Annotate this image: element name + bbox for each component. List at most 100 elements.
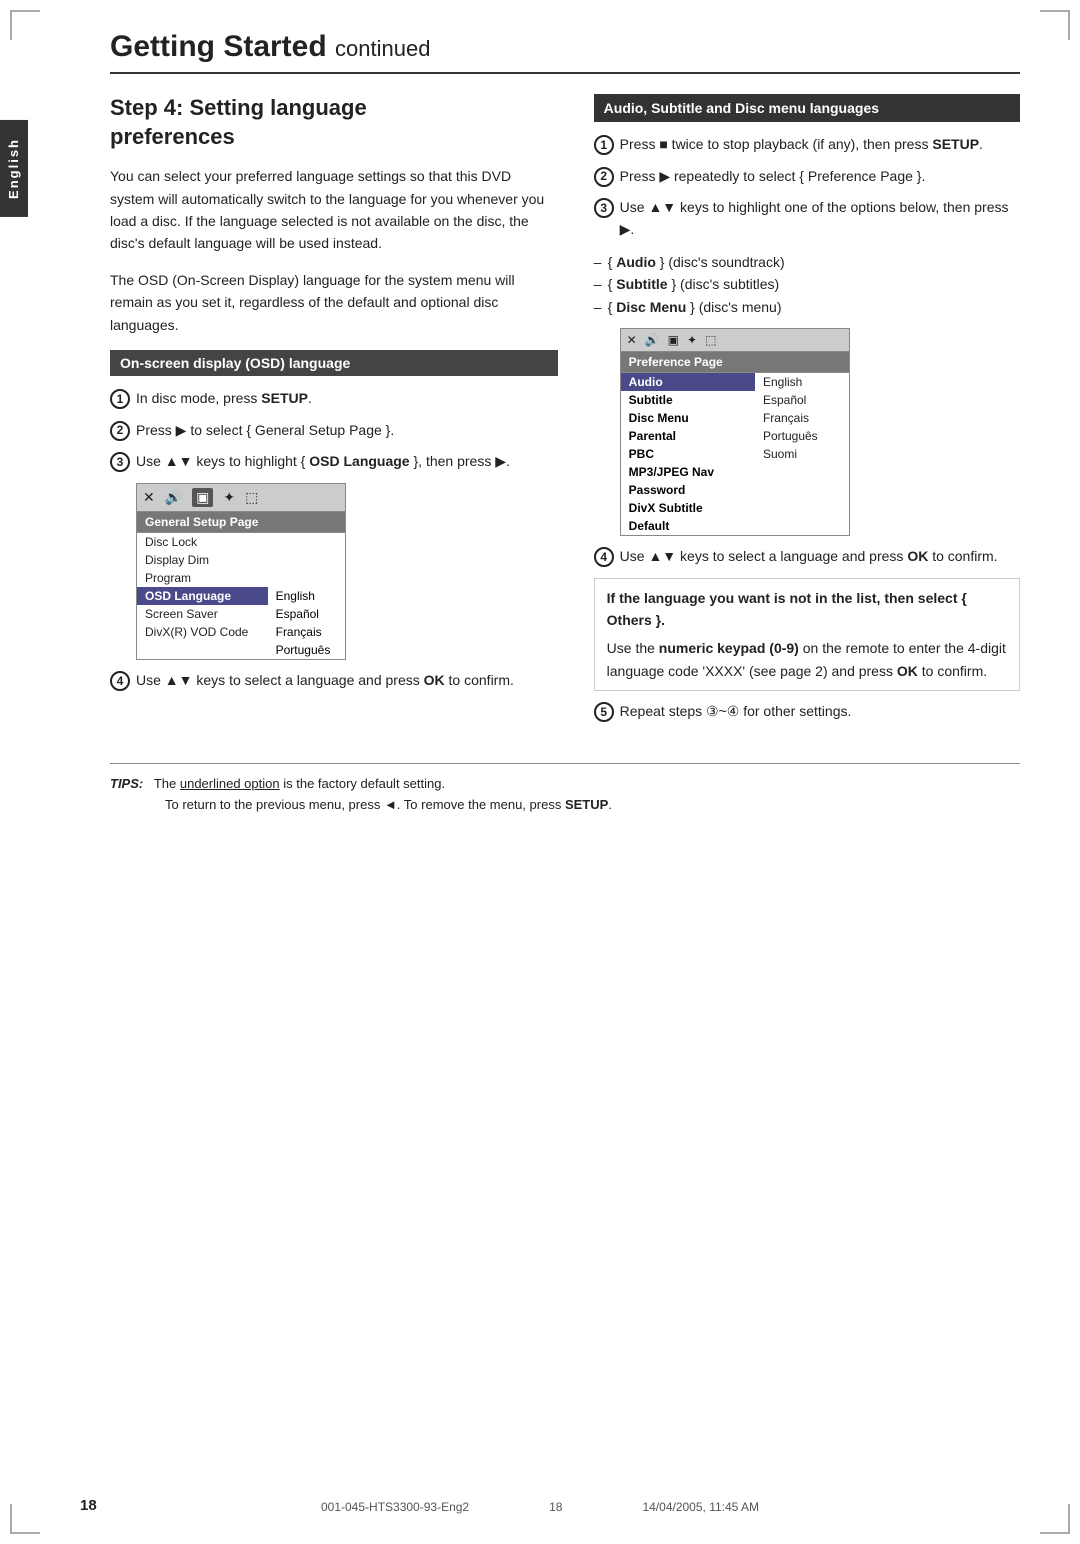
step-heading: Step 4: Setting language preferences xyxy=(110,94,558,151)
pref-cell-divx-subtitle: DivX Subtitle xyxy=(621,499,755,517)
pref-cell-francais: Français xyxy=(755,409,849,427)
left-column: Step 4: Setting language preferences You… xyxy=(110,94,558,733)
cell-osd-language: OSD Language xyxy=(137,587,268,605)
pref-icon-door: ⬚ xyxy=(705,333,716,347)
intro-para-1: You can select your preferred language s… xyxy=(110,165,558,255)
osd-steps-list: 1 In disc mode, press SETUP. 2 Press ▶ t… xyxy=(110,388,558,473)
audio-step-1: 1 Press ■ twice to stop playback (if any… xyxy=(594,134,1020,156)
pref-row-pbc: PBC Suomi xyxy=(621,445,849,463)
table-row: DivX(R) VOD Code Français xyxy=(137,623,345,641)
audio-step-2-text: Press ▶ repeatedly to select { Preferenc… xyxy=(620,166,926,188)
footer-info: 001-045-HTS3300-93-Eng2 18 14/04/2005, 1… xyxy=(321,1500,759,1514)
cell-screen-saver: Screen Saver xyxy=(137,605,268,623)
title-continued: continued xyxy=(335,36,430,61)
osd-step-4: 4 Use ▲▼ keys to select a language and p… xyxy=(110,670,558,692)
pref-row-password: Password xyxy=(621,481,849,499)
tips-line1: The underlined option is the factory def… xyxy=(154,776,445,791)
pref-icon-x: ✕ xyxy=(627,333,637,347)
audio-step-1-text: Press ■ twice to stop playback (if any),… xyxy=(620,134,983,156)
pref-row-divx-subtitle: DivX Subtitle xyxy=(621,499,849,517)
pref-row-parental: Parental Português xyxy=(621,427,849,445)
audio-step-3: 3 Use ▲▼ keys to highlight one of the op… xyxy=(594,197,1020,240)
bullet-disc-menu: { Disc Menu } (disc's menu) xyxy=(594,296,1020,318)
special-box: If the language you want is not in the l… xyxy=(594,578,1020,692)
special-body: Use the numeric keypad (0-9) on the remo… xyxy=(607,637,1007,682)
audio-step-num-3: 3 xyxy=(594,198,614,218)
screenshot-table: Disc Lock Display Dim Program OSD Langua… xyxy=(137,533,345,659)
table-row: Screen Saver Español xyxy=(137,605,345,623)
intro-para-2: The OSD (On-Screen Display) language for… xyxy=(110,269,558,336)
pref-cell-pbc: PBC xyxy=(621,445,755,463)
icon-speaker: 🔊 xyxy=(165,489,182,506)
footer-tips: TIPS: The underlined option is the facto… xyxy=(110,763,1020,816)
audio-step-3-text: Use ▲▼ keys to highlight one of the opti… xyxy=(620,197,1020,240)
tips-line2: To return to the previous menu, press ◄.… xyxy=(110,797,612,812)
pref-row-default: Default xyxy=(621,517,849,535)
icon-star: ✦ xyxy=(223,489,235,506)
audio-step-4-text: Use ▲▼ keys to select a language and pre… xyxy=(620,546,998,568)
audio-step-num-5: 5 xyxy=(594,702,614,722)
page-title: Getting Started continued xyxy=(110,30,1020,74)
special-heading: If the language you want is not in the l… xyxy=(607,587,1007,632)
pref-icon-speaker: 🔊 xyxy=(645,333,660,347)
pref-icon-screen: ▣ xyxy=(668,333,679,347)
pref-cell-default: Default xyxy=(621,517,755,535)
pref-cell-disc-menu: Disc Menu xyxy=(621,409,755,427)
audio-step4-list: 4 Use ▲▼ keys to select a language and p… xyxy=(594,546,1020,568)
bullet-subtitle: { Subtitle } (disc's subtitles) xyxy=(594,273,1020,295)
osd-screenshot: ✕ 🔊 ▣ ✦ ⬚ General Setup Page Disc Lock D… xyxy=(136,483,346,660)
right-column: Audio, Subtitle and Disc menu languages … xyxy=(594,94,1020,733)
cell-empty xyxy=(137,641,268,659)
pref-icon-star: ✦ xyxy=(687,333,697,347)
pref-cell-suomi: Suomi xyxy=(755,445,849,463)
cell-english: English xyxy=(268,587,345,605)
audio-step-2: 2 Press ▶ repeatedly to select { Prefere… xyxy=(594,166,1020,188)
pref-cell-portugues: Português xyxy=(755,427,849,445)
pref-row-audio: Audio English xyxy=(621,373,849,391)
icon-x: ✕ xyxy=(143,489,155,506)
footer-page: 18 xyxy=(549,1500,562,1514)
table-row: Disc Lock xyxy=(137,533,345,551)
pref-row-disc-menu: Disc Menu Français xyxy=(621,409,849,427)
osd-step-3-text: Use ▲▼ keys to highlight { OSD Language … xyxy=(136,451,510,473)
page-number: 18 xyxy=(80,1497,97,1514)
audio-section-bar: Audio, Subtitle and Disc menu languages xyxy=(594,94,1020,122)
audio-step5-list: 5 Repeat steps ③~④ for other settings. xyxy=(594,701,1020,723)
footer-date: 14/04/2005, 11:45 AM xyxy=(642,1500,759,1514)
step-num-2: 2 xyxy=(110,421,130,441)
cell-espanol: Español xyxy=(268,605,345,623)
osd-step-2-text: Press ▶ to select { General Setup Page }… xyxy=(136,420,394,442)
cell-disc-lock: Disc Lock xyxy=(137,533,268,551)
pref-cell-english: English xyxy=(755,373,849,391)
pref-icons-bar: ✕ 🔊 ▣ ✦ ⬚ xyxy=(621,329,849,352)
cell-display-dim: Display Dim xyxy=(137,551,268,569)
osd-step4-list: 4 Use ▲▼ keys to select a language and p… xyxy=(110,670,558,692)
screenshot-label: General Setup Page xyxy=(137,512,345,533)
table-row: Português xyxy=(137,641,345,659)
audio-step-5-text: Repeat steps ③~④ for other settings. xyxy=(620,701,852,723)
pref-screenshot-label: Preference Page xyxy=(621,352,849,373)
screenshot-icons-bar: ✕ 🔊 ▣ ✦ ⬚ xyxy=(137,484,345,512)
title-text: Getting Started xyxy=(110,30,327,63)
audio-step-4: 4 Use ▲▼ keys to select a language and p… xyxy=(594,546,1020,568)
audio-bullet-list: { Audio } (disc's soundtrack) { Subtitle… xyxy=(594,251,1020,318)
osd-step-1-text: In disc mode, press SETUP. xyxy=(136,388,312,410)
icon-screen-selected: ▣ xyxy=(192,488,213,507)
osd-step-2: 2 Press ▶ to select { General Setup Page… xyxy=(110,420,558,442)
step-num-4: 4 xyxy=(110,671,130,691)
pref-cell-mp3: MP3/JPEG Nav xyxy=(621,463,755,481)
osd-step-1: 1 In disc mode, press SETUP. xyxy=(110,388,558,410)
audio-steps-list: 1 Press ■ twice to stop playback (if any… xyxy=(594,134,1020,241)
tips-label: TIPS: xyxy=(110,776,143,791)
pref-table: Audio English Subtitle Español Disc Menu… xyxy=(621,373,849,535)
audio-step-num-4: 4 xyxy=(594,547,614,567)
audio-step-5: 5 Repeat steps ③~④ for other settings. xyxy=(594,701,1020,723)
audio-step-num-2: 2 xyxy=(594,167,614,187)
cell-portugues: Português xyxy=(268,641,345,659)
table-row-highlighted: OSD Language English xyxy=(137,587,345,605)
osd-step-4-text: Use ▲▼ keys to select a language and pre… xyxy=(136,670,514,692)
table-row: Display Dim xyxy=(137,551,345,569)
table-row: Program xyxy=(137,569,345,587)
pref-cell-espanol: Español xyxy=(755,391,849,409)
footer-doc-num: 001-045-HTS3300-93-Eng2 xyxy=(321,1500,469,1514)
